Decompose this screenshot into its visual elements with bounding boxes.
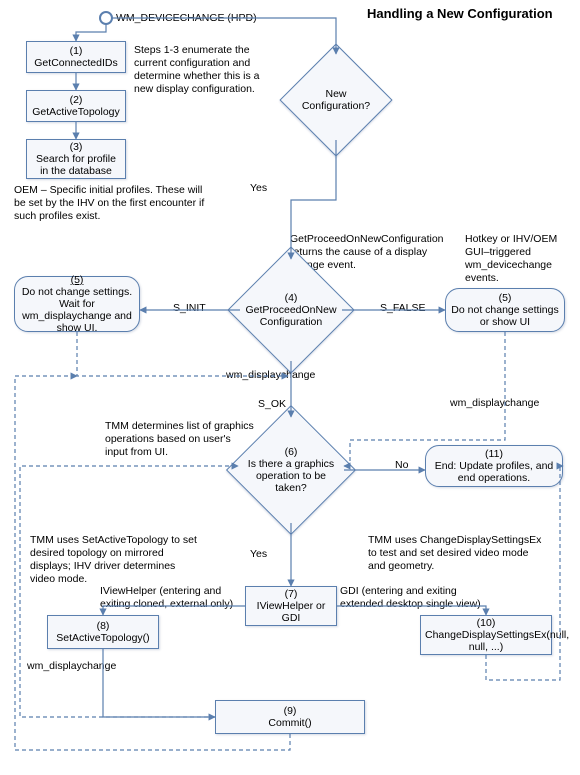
decision-label: (6)Is there a graphics operation to be t… [245,446,337,494]
ann-set-active: TMM uses SetActiveTopology to set desire… [30,534,200,587]
edge-yes-2: Yes [250,548,267,560]
decision-label: (4)GetProceedOnNew Configuration [245,292,336,328]
node-get-active-topology: (2) GetActiveTopology [26,90,126,122]
node-label: Do not change settings. Wait for wm_disp… [19,286,135,334]
edge-s-false: S_FALSE [380,302,426,314]
ann-tmm-ui: TMM determines list of graphics operatio… [105,420,255,459]
node-change-display-settings: (10) ChangeDisplaySettingsEx(null, null,… [420,615,552,655]
node-commit: (9) Commit() [215,700,365,734]
node-label: Do not change settings or show UI [450,304,560,328]
node-label: Search for profile in the database [31,153,121,177]
node-num: (5) [450,292,560,304]
node-label: GetConnectedIDs [31,57,121,69]
ann-iviewhelper: IViewHelper (entering and exiting cloned… [100,585,235,611]
ann-cds: TMM uses ChangeDisplaySettingsEx to test… [368,534,543,573]
edge-wm-left: wm_displaychange [27,660,116,672]
node-set-active-topology: (8) SetActiveTopology() [47,615,159,649]
node-num: (2) [31,94,121,106]
edge-s-init: S_INIT [173,302,206,314]
ann-gdi: GDI (entering and exiting extended deskt… [340,585,490,611]
node-label: GetActiveTopology [31,106,121,118]
page-title: Handling a New Configuration [367,6,553,21]
ann-hotkey: Hotkey or IHV/OEM GUI–triggered wm_devic… [465,233,570,286]
node-label: Commit() [220,717,360,729]
edge-wm-center: wm_displaychange [226,369,315,381]
start-label: WM_DEVICECHANGE (HPD) [116,12,257,25]
node-num: (7) [250,588,332,600]
node-num: (3) [31,141,121,153]
edge-s-ok: S_OK [258,398,286,410]
decision-get-proceed: (4)GetProceedOnNew Configuration [246,265,336,355]
ann-enum: Steps 1-3 enumerate the current configur… [134,44,264,97]
node-label: End: Update profiles, and end operations… [430,460,558,484]
node-wait-wmdisplay: (5) Do not change settings. Wait for wm_… [14,276,140,332]
node-num: (8) [52,620,154,632]
edge-yes-1: Yes [250,182,267,194]
node-label: SetActiveTopology() [52,632,154,644]
node-num: (9) [220,705,360,717]
node-search-profile: (3) Search for profile in the database [26,139,126,179]
node-label: IViewHelper or GDI [250,600,332,624]
node-num: (1) [31,45,121,57]
decision-graphics-op: (6)Is there a graphics operation to be t… [245,424,337,516]
decision-label: New Configuration? [296,88,376,112]
node-no-ui: (5) Do not change settings or show UI [445,288,565,332]
edge-wm-right: wm_displaychange [450,397,539,409]
node-num: (5) [19,274,135,286]
node-end: (11) End: Update profiles, and end opera… [425,445,563,487]
node-ivh-or-gdi: (7) IViewHelper or GDI [245,586,337,626]
node-num: (11) [430,448,558,460]
edge-no: No [395,459,408,471]
node-get-connected-ids: (1) GetConnectedIDs [26,41,126,73]
ann-oem: OEM – Specific initial profiles. These w… [14,184,214,223]
node-label: ChangeDisplaySettingsEx(null, null, ...) [425,629,547,653]
node-num: (10) [425,617,547,629]
decision-new-config: New Configuration? [296,60,376,140]
